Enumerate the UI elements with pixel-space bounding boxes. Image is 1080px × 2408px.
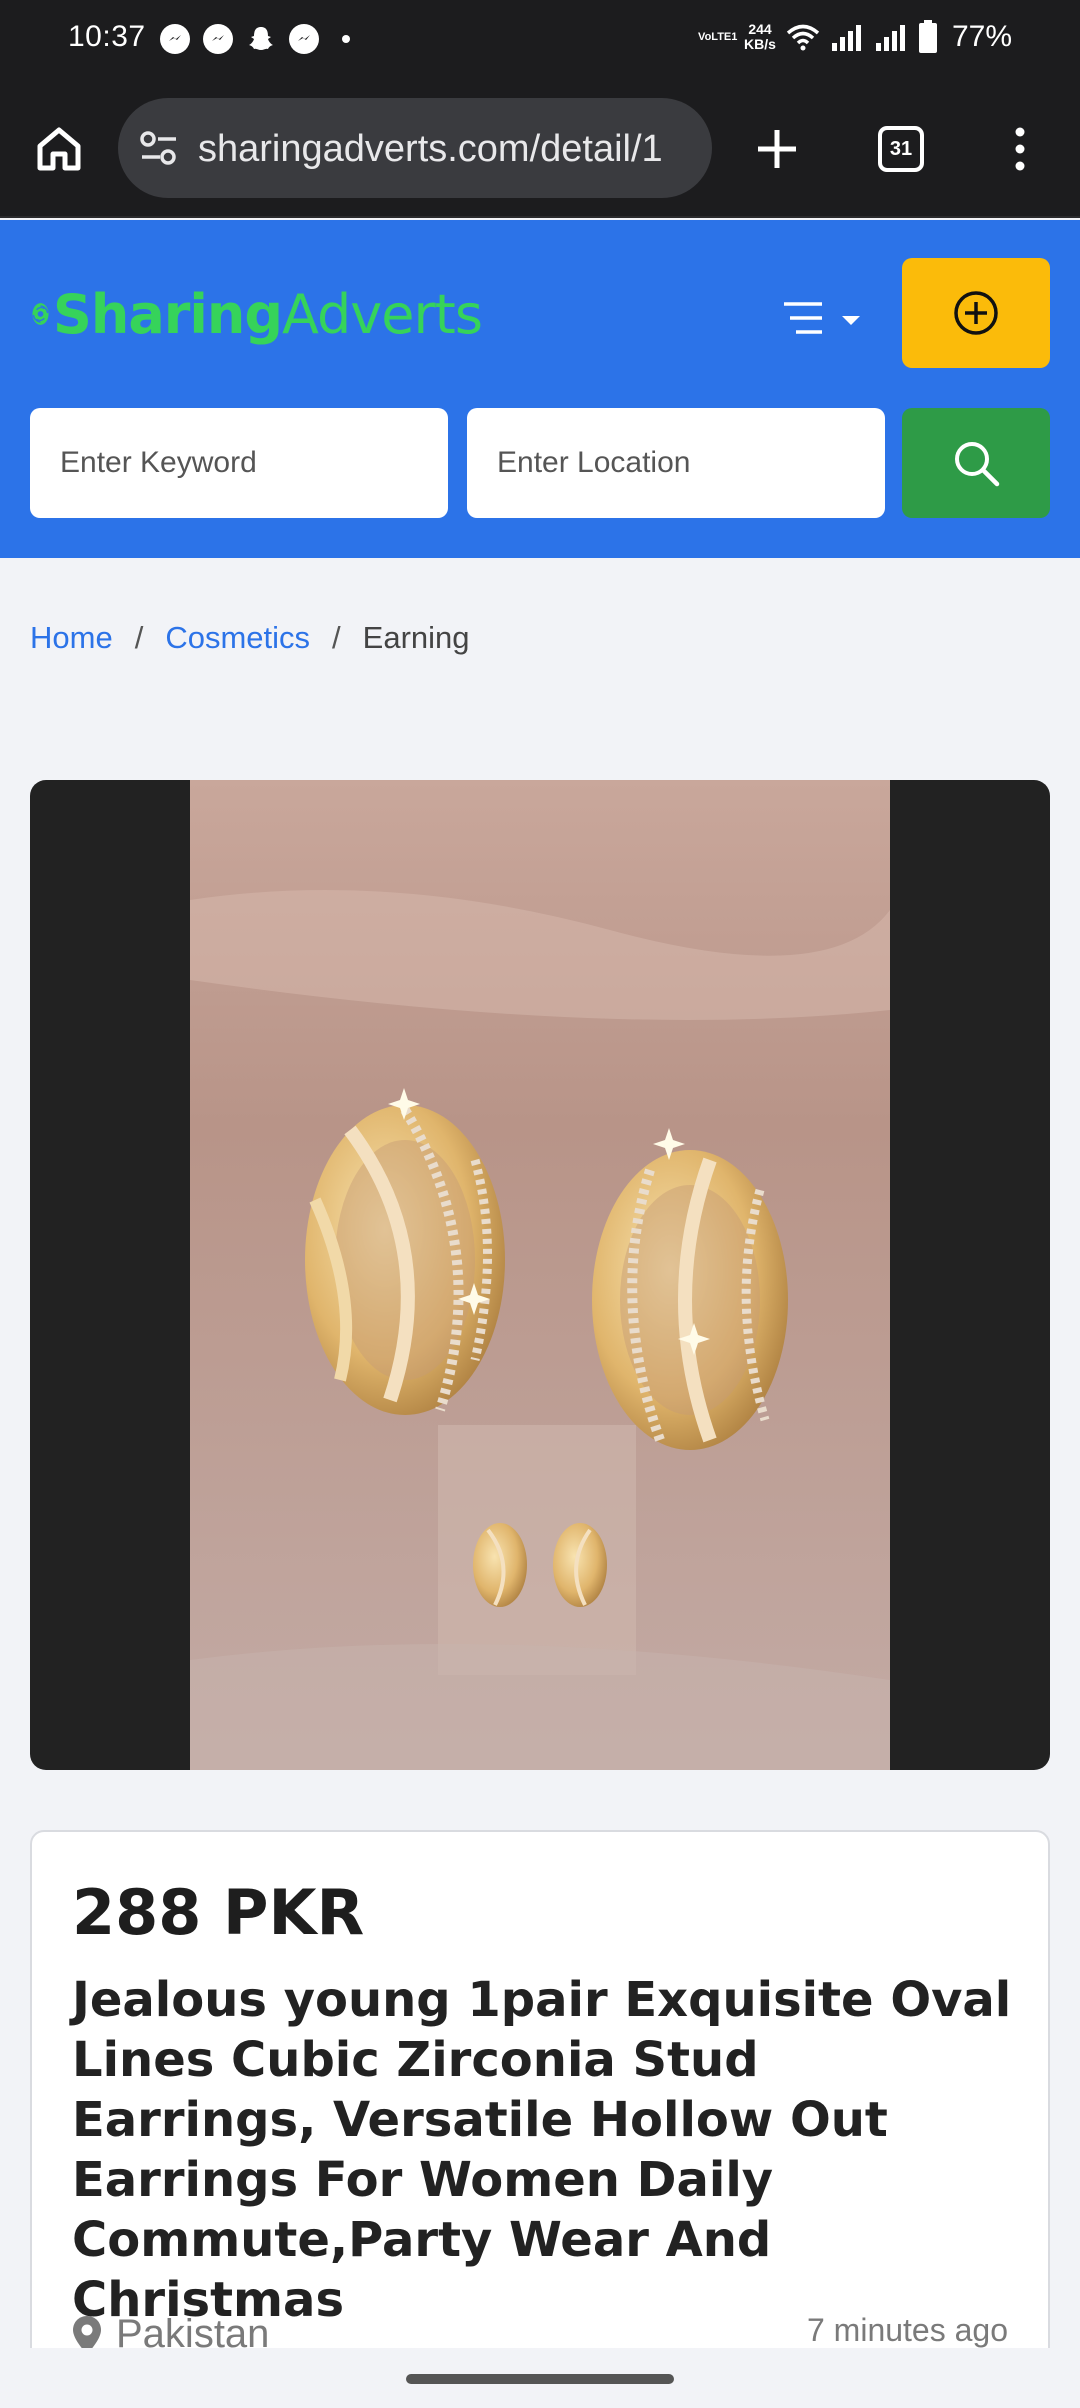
product-photo[interactable] [190,780,890,1770]
listing-posted-time: 7 minutes ago [806,2312,1008,2348]
browser-toolbar: sharingadverts.com/detail/1 31 [0,82,1080,218]
signal-icon [875,25,905,51]
listing-details-card: 288 PKR Jealous young 1pair Exquisite Ov… [30,1830,1050,2408]
more-options-icon[interactable] [1004,124,1036,174]
new-tab-icon[interactable] [752,124,802,174]
post-ad-button[interactable] [902,258,1050,368]
address-bar[interactable]: sharingadverts.com/detail/1 [118,98,712,198]
keyword-input[interactable] [30,408,448,518]
home-icon[interactable] [34,124,84,174]
breadcrumb-separator: / [332,620,341,655]
listing-title: Jealous young 1pair Exquisite Oval Lines… [72,1972,1012,2328]
logo-text: SharingAdverts [53,282,483,346]
earring-right [592,1150,788,1450]
messenger-icon [160,24,190,54]
system-nav-bar [0,2348,1080,2408]
site-logo[interactable]: SharingAdverts [32,264,483,364]
location-input[interactable] [467,408,885,518]
logo-text-light: Adverts [282,282,483,346]
add-circle-icon [954,291,998,335]
battery-icon [918,20,937,53]
notification-icons [160,24,350,54]
gesture-handle[interactable] [406,2374,674,2384]
tab-switcher-button[interactable]: 31 [878,126,924,172]
speed-unit: KB/s [744,36,776,52]
speed-value: 244 [748,21,772,37]
wifi-icon [786,24,820,51]
logo-text-bold: Sharing [53,282,283,346]
site-settings-icon[interactable] [138,128,180,168]
signal-icon [831,25,861,51]
status-time: 10:37 [68,20,146,53]
product-image-gallery[interactable] [30,780,1050,1770]
status-icons-right: VoLTE1 244 KB/s 77% [698,20,1012,54]
more-notifications-dot [342,35,350,43]
earring-left [305,1105,505,1415]
snapchat-icon [246,24,276,54]
search-icon [955,442,1000,487]
inset-thumbnail [438,1425,636,1675]
volte-icon: VoLTE1 [698,30,738,43]
network-speed: 244 KB/s [744,22,776,52]
battery-percent: 77% [951,20,1012,53]
url-text[interactable]: sharingadverts.com/detail/1 [198,128,698,171]
menu-dropdown-icon[interactable] [782,296,866,342]
breadcrumb: Home / Cosmetics / Earning [30,620,470,656]
site-header: SharingAdverts [0,220,1080,558]
listing-price: 288 PKR [72,1876,365,1949]
search-button[interactable] [902,408,1050,518]
logo-mark-icon [32,303,49,325]
messenger-icon [289,24,319,54]
breadcrumb-separator: / [134,620,144,655]
messenger-icon [203,24,233,54]
breadcrumb-category-link[interactable]: Cosmetics [165,620,310,656]
breadcrumb-home-link[interactable]: Home [30,620,113,656]
breadcrumb-current: Earning [362,620,470,655]
status-bar: 10:37 VoLTE1 244 KB/s 77% [0,0,1080,82]
